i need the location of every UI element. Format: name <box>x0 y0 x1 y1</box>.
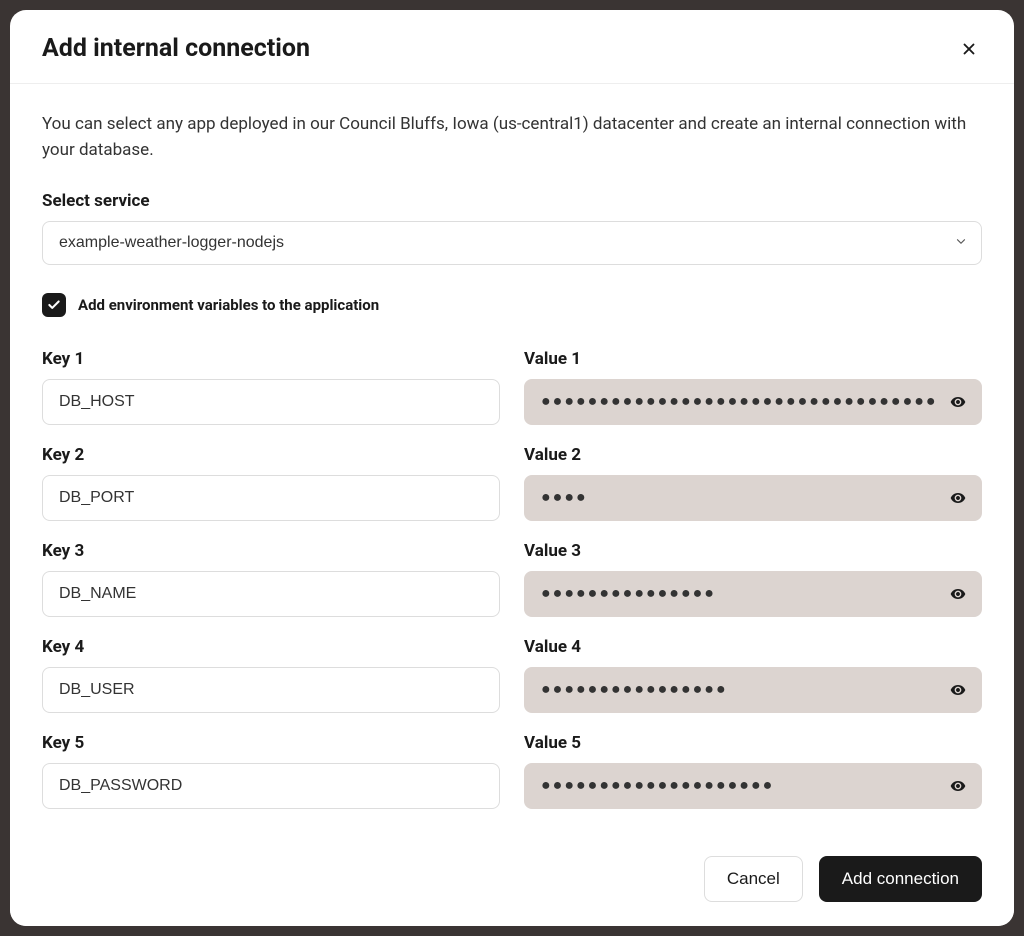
check-icon <box>47 298 61 312</box>
env-value-label: Value 2 <box>524 445 982 465</box>
env-key-label: Key 3 <box>42 541 500 561</box>
env-key-cell: Key 5 <box>42 733 500 809</box>
env-value-cell: Value 1 <box>524 349 982 425</box>
eye-icon <box>950 490 966 506</box>
modal-description: You can select any app deployed in our C… <box>42 112 982 163</box>
env-key-input[interactable] <box>42 763 500 809</box>
eye-icon <box>950 682 966 698</box>
env-key-cell: Key 2 <box>42 445 500 521</box>
env-value-input[interactable] <box>524 475 982 521</box>
reveal-value-button[interactable] <box>946 486 970 510</box>
reveal-value-button[interactable] <box>946 390 970 414</box>
env-value-input[interactable] <box>524 571 982 617</box>
env-value-label: Value 3 <box>524 541 982 561</box>
reveal-value-button[interactable] <box>946 774 970 798</box>
env-value-input[interactable] <box>524 667 982 713</box>
add-connection-modal: Add internal connection You can select a… <box>10 10 1014 926</box>
env-value-label: Value 5 <box>524 733 982 753</box>
env-key-cell: Key 1 <box>42 349 500 425</box>
env-key-input[interactable] <box>42 379 500 425</box>
env-value-label: Value 1 <box>524 349 982 369</box>
env-key-label: Key 5 <box>42 733 500 753</box>
env-checkbox[interactable] <box>42 293 66 317</box>
env-value-input[interactable] <box>524 763 982 809</box>
env-value-wrapper <box>524 667 982 713</box>
env-value-wrapper <box>524 475 982 521</box>
reveal-value-button[interactable] <box>946 678 970 702</box>
modal-body[interactable]: You can select any app deployed in our C… <box>10 84 1014 840</box>
reveal-value-button[interactable] <box>946 582 970 606</box>
env-value-wrapper <box>524 379 982 425</box>
service-label: Select service <box>42 191 982 211</box>
env-value-cell: Value 5 <box>524 733 982 809</box>
service-select-wrapper <box>42 221 982 265</box>
eye-icon <box>950 778 966 794</box>
env-checkbox-row: Add environment variables to the applica… <box>42 293 982 317</box>
env-value-wrapper <box>524 763 982 809</box>
env-key-label: Key 2 <box>42 445 500 465</box>
close-button[interactable] <box>956 36 982 62</box>
eye-icon <box>950 586 966 602</box>
env-key-input[interactable] <box>42 667 500 713</box>
env-value-wrapper <box>524 571 982 617</box>
env-value-cell: Value 3 <box>524 541 982 617</box>
env-checkbox-label: Add environment variables to the applica… <box>78 296 379 314</box>
modal-header: Add internal connection <box>10 10 1014 84</box>
modal-title: Add internal connection <box>42 34 310 63</box>
service-select[interactable] <box>42 221 982 265</box>
env-key-label: Key 4 <box>42 637 500 657</box>
env-key-input[interactable] <box>42 571 500 617</box>
env-value-label: Value 4 <box>524 637 982 657</box>
env-variables-grid: Key 1 Value 1 Key 2 Value 2 Key 3 Value 3 Key … <box>42 349 982 809</box>
env-key-label: Key 1 <box>42 349 500 369</box>
cancel-button[interactable]: Cancel <box>704 856 803 902</box>
env-value-cell: Value 2 <box>524 445 982 521</box>
eye-icon <box>950 394 966 410</box>
env-value-cell: Value 4 <box>524 637 982 713</box>
modal-footer: Cancel Add connection <box>10 840 1014 926</box>
env-key-cell: Key 3 <box>42 541 500 617</box>
env-key-input[interactable] <box>42 475 500 521</box>
env-value-input[interactable] <box>524 379 982 425</box>
close-icon <box>960 40 978 58</box>
add-connection-button[interactable]: Add connection <box>819 856 982 902</box>
env-key-cell: Key 4 <box>42 637 500 713</box>
